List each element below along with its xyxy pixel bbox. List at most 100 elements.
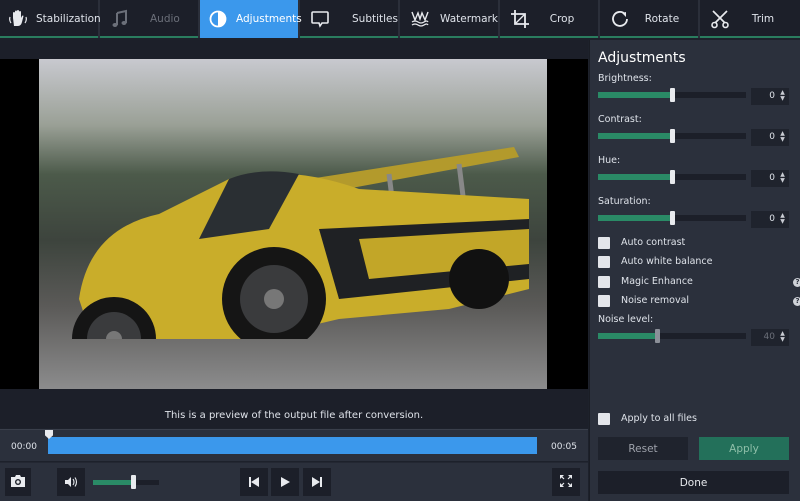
- volume-button[interactable]: [57, 468, 85, 496]
- speech-bubble-icon: [308, 7, 332, 31]
- slider-thumb[interactable]: [670, 211, 675, 225]
- previous-button[interactable]: [240, 468, 268, 496]
- next-button[interactable]: [303, 468, 331, 496]
- top-toolbar: Stabilization Audio Adjustments Subtitle…: [0, 0, 800, 38]
- auto-white-balance-label: Auto white balance: [621, 256, 713, 267]
- speaker-icon: [64, 473, 78, 492]
- hand-icon: [8, 7, 28, 31]
- slider-fill: [598, 174, 672, 180]
- tab-label: Subtitles: [352, 13, 398, 25]
- adjustments-panel: Adjustments Brightness: 0 ▲ ▼ Contrast: 0 ▲…: [589, 40, 800, 501]
- skip-forward-icon: [311, 473, 323, 492]
- tab-label: Adjustments: [236, 13, 302, 25]
- tab-stabilization[interactable]: Stabilization: [0, 0, 101, 38]
- saturation-label: Saturation:: [598, 196, 651, 207]
- noise-removal-checkbox[interactable]: [598, 295, 610, 307]
- video-player[interactable]: [0, 59, 588, 389]
- preview-frame: [39, 59, 547, 389]
- slider-thumb[interactable]: [655, 329, 660, 343]
- reset-button[interactable]: Reset: [598, 437, 688, 460]
- slider-fill: [598, 92, 672, 98]
- apply-button[interactable]: Apply: [699, 437, 789, 460]
- magic-enhance-checkbox[interactable]: [598, 276, 610, 288]
- timeline-track[interactable]: [48, 437, 537, 454]
- saturation-slider[interactable]: [598, 211, 746, 225]
- tab-label: Crop: [549, 13, 575, 25]
- tab-adjustments[interactable]: Adjustments: [200, 0, 302, 38]
- tab-label: Watermark: [440, 13, 498, 25]
- timeline: 00:00 00:05: [0, 429, 588, 461]
- panel-title: Adjustments: [598, 50, 686, 66]
- auto-contrast-checkbox[interactable]: [598, 237, 610, 249]
- play-icon: [279, 473, 291, 492]
- auto-white-balance-checkbox[interactable]: [598, 256, 610, 268]
- slider-fill: [598, 215, 672, 221]
- tab-subtitles[interactable]: Subtitles: [300, 0, 400, 38]
- half-circle-contrast-icon: [208, 7, 228, 31]
- start-time: 00:00: [11, 442, 37, 452]
- slider-thumb[interactable]: [670, 129, 675, 143]
- tab-label: Trim: [751, 13, 775, 25]
- brightness-slider[interactable]: [598, 88, 746, 102]
- watermark-waves-icon: [408, 7, 432, 31]
- tab-audio[interactable]: Audio: [100, 0, 200, 38]
- slider-fill: [598, 133, 672, 139]
- fullscreen-icon: [559, 473, 573, 492]
- tab-label: Rotate: [644, 13, 680, 25]
- brightness-spinbox[interactable]: 0 ▲ ▼: [751, 88, 789, 105]
- spin-arrows-icon[interactable]: ▲ ▼: [779, 90, 786, 102]
- tab-watermark[interactable]: Watermark: [400, 0, 500, 38]
- contrast-slider[interactable]: [598, 129, 746, 143]
- saturation-spinbox[interactable]: 0 ▲ ▼: [751, 211, 789, 228]
- crop-icon: [508, 7, 532, 31]
- play-button[interactable]: [271, 468, 299, 496]
- hue-spinbox[interactable]: 0 ▲ ▼: [751, 170, 789, 187]
- done-button[interactable]: Done: [598, 471, 789, 494]
- volume-thumb[interactable]: [131, 475, 136, 489]
- spin-value: 0: [769, 132, 775, 142]
- app-window: Stabilization Audio Adjustments Subtitle…: [0, 0, 800, 501]
- skip-back-icon: [248, 473, 260, 492]
- apply-to-all-checkbox[interactable]: [598, 413, 610, 425]
- slider-thumb[interactable]: [670, 88, 675, 102]
- help-icon[interactable]: ?: [793, 297, 800, 306]
- help-icon[interactable]: ?: [793, 278, 800, 287]
- auto-contrast-label: Auto contrast: [621, 237, 686, 248]
- tab-trim[interactable]: Trim: [700, 0, 800, 38]
- end-time: 00:05: [551, 442, 577, 452]
- magic-enhance-label: Magic Enhance: [621, 276, 693, 287]
- tab-label: Audio: [150, 13, 180, 25]
- spin-arrows-icon[interactable]: ▲ ▼: [779, 331, 786, 343]
- spin-value: 0: [769, 214, 775, 224]
- contrast-spinbox[interactable]: 0 ▲ ▼: [751, 129, 789, 146]
- hue-slider[interactable]: [598, 170, 746, 184]
- preview-area: This is a preview of the output file aft…: [0, 40, 588, 428]
- slider-thumb[interactable]: [670, 170, 675, 184]
- player-controls: [0, 462, 588, 501]
- apply-to-all-label: Apply to all files: [621, 413, 697, 424]
- music-note-icon: [108, 7, 132, 31]
- noise-removal-label: Noise removal: [621, 295, 690, 306]
- spin-arrows-icon[interactable]: ▲ ▼: [779, 172, 786, 184]
- spin-value: 0: [769, 173, 775, 183]
- scissors-icon: [708, 7, 732, 31]
- tab-crop[interactable]: Crop: [500, 0, 600, 38]
- tab-rotate[interactable]: Rotate: [600, 0, 700, 38]
- volume-slider[interactable]: [93, 475, 159, 489]
- fullscreen-button[interactable]: [552, 468, 580, 496]
- spin-arrows-icon[interactable]: ▲ ▼: [779, 213, 786, 225]
- slider-fill: [598, 333, 657, 339]
- hue-label: Hue:: [598, 155, 621, 166]
- car-image: [72, 147, 529, 339]
- noise-level-spinbox[interactable]: 40 ▲ ▼: [751, 329, 789, 346]
- tab-label: Stabilization: [36, 13, 101, 25]
- contrast-label: Contrast:: [598, 114, 642, 125]
- volume-fill: [93, 480, 133, 485]
- noise-level-slider[interactable]: [598, 329, 746, 343]
- spin-value: 40: [763, 332, 775, 342]
- camera-icon: [10, 473, 26, 492]
- brightness-label: Brightness:: [598, 73, 652, 84]
- spin-arrows-icon[interactable]: ▲ ▼: [779, 131, 786, 143]
- spin-value: 0: [769, 91, 775, 101]
- snapshot-button[interactable]: [5, 468, 31, 496]
